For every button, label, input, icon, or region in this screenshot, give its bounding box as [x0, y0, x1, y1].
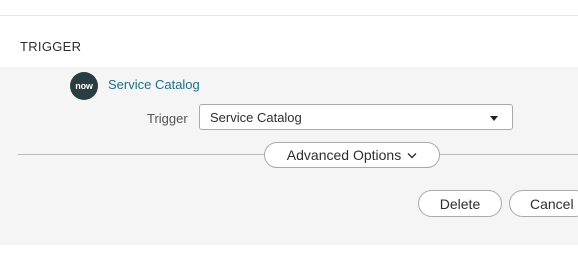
delete-button[interactable]: Delete: [418, 190, 502, 217]
spoke-name-link[interactable]: Service Catalog: [108, 77, 200, 92]
cancel-button[interactable]: Cancel: [509, 190, 578, 217]
advanced-options-label: Advanced Options: [286, 147, 402, 163]
trigger-label: Trigger: [147, 111, 188, 126]
servicenow-logo-icon: now: [70, 72, 98, 100]
top-divider: [0, 15, 578, 16]
chevron-down-icon: [407, 152, 417, 158]
section-title: TRIGGER: [20, 39, 82, 54]
caret-down-icon: [490, 116, 498, 121]
advanced-options-button[interactable]: Advanced Options: [264, 142, 440, 168]
trigger-select-value: Service Catalog: [210, 110, 302, 125]
trigger-select[interactable]: Service Catalog: [199, 104, 513, 130]
